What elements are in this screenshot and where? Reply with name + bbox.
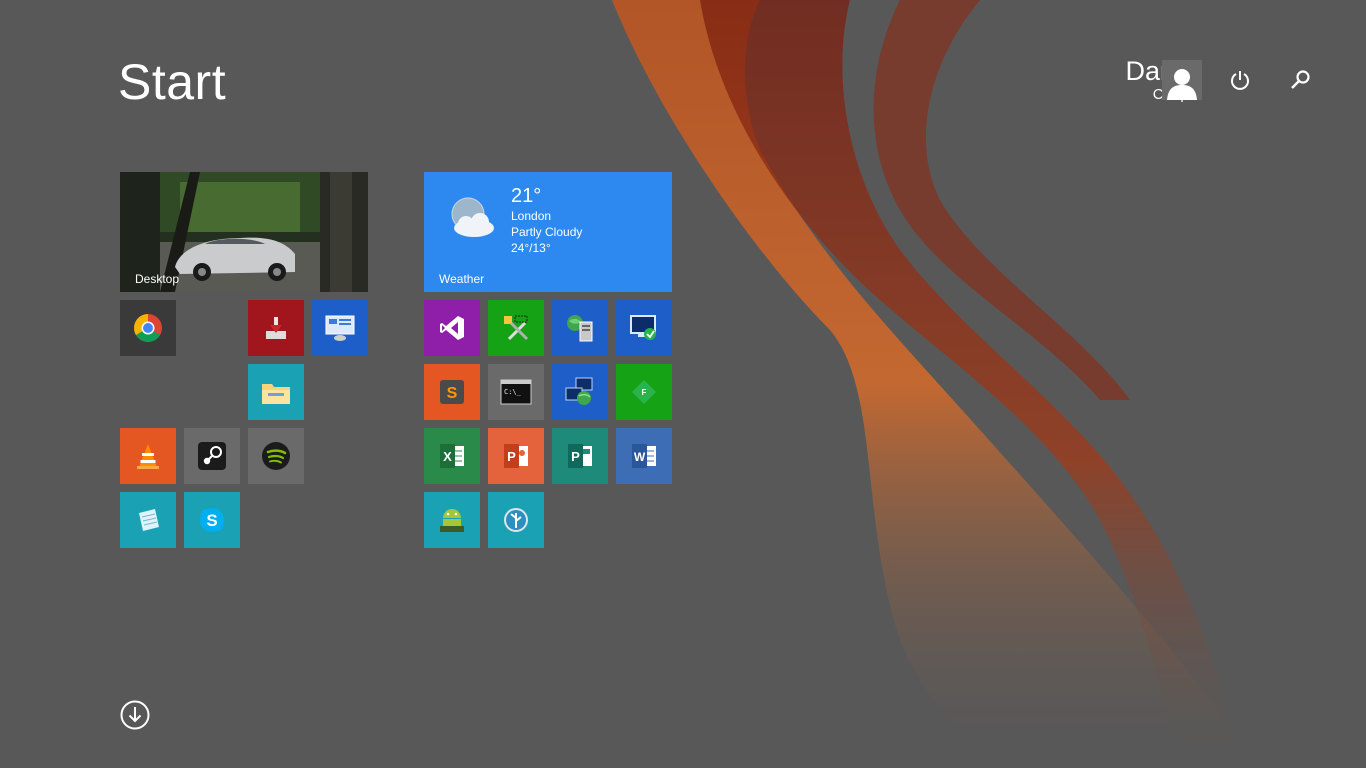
android-studio-tile[interactable] — [424, 492, 480, 548]
sourcetree-icon — [504, 508, 528, 532]
sourcetree-tile[interactable] — [488, 492, 544, 548]
weather-condition: Partly Cloudy — [511, 225, 583, 239]
weather-city: London — [511, 209, 552, 223]
skype-tile[interactable]: S — [184, 492, 240, 548]
weather-tile[interactable]: 21° London Partly Cloudy 24°/13° Weather — [424, 172, 672, 292]
command-prompt-icon: C:\_ — [500, 379, 532, 405]
chrome-tile[interactable] — [120, 300, 176, 356]
weather-temperature: 21° — [511, 185, 542, 207]
powerpoint-tile[interactable]: P — [488, 428, 544, 484]
all-apps-down-arrow-icon[interactable] — [120, 700, 150, 730]
excel-icon: X — [440, 444, 464, 468]
sublime-tile[interactable]: S — [424, 364, 480, 420]
remote-connection-tile[interactable] — [616, 300, 672, 356]
remote-desktop-tile[interactable] — [312, 300, 368, 356]
steam-tile[interactable] — [184, 428, 240, 484]
word-icon: W — [632, 444, 656, 468]
vlc-icon — [137, 444, 159, 469]
sublime-icon: S — [440, 380, 464, 404]
powerpoint-glyph: P — [507, 449, 516, 464]
desktop-tile[interactable]: Desktop — [120, 172, 368, 292]
search-icon[interactable] — [1286, 66, 1314, 94]
steam-icon — [198, 442, 226, 470]
partly-cloudy-icon — [451, 197, 494, 237]
network-icon — [565, 377, 593, 405]
word-glyph: W — [634, 450, 646, 464]
skype-icon: S — [200, 508, 224, 532]
installer-tile[interactable] — [248, 300, 304, 356]
server-manager-tile[interactable] — [552, 300, 608, 356]
notepad-icon — [139, 509, 159, 531]
chrome-icon — [134, 314, 162, 342]
visual-studio-tile[interactable] — [424, 300, 480, 356]
installer-icon — [266, 317, 286, 339]
remote-desktop-icon — [325, 315, 355, 341]
page-title: Start — [118, 54, 227, 110]
powerpoint-icon: P — [504, 444, 528, 468]
publisher-glyph: P — [571, 449, 580, 464]
svg-text:S: S — [206, 511, 217, 530]
feedly-glyph: F — [642, 388, 647, 397]
excel-tile[interactable]: X — [424, 428, 480, 484]
sublime-glyph: S — [447, 385, 458, 402]
command-prompt-glyph: C:\_ — [504, 388, 522, 396]
visual-studio-icon — [440, 316, 464, 340]
android-studio-icon — [440, 509, 464, 532]
feedly-tile[interactable]: F — [616, 364, 672, 420]
word-tile[interactable]: W — [616, 428, 672, 484]
publisher-tile[interactable]: P — [552, 428, 608, 484]
feedly-icon: F — [632, 380, 656, 404]
file-explorer-icon — [262, 384, 290, 404]
desktop-tile-label: Desktop — [135, 272, 180, 286]
vlc-tile[interactable] — [120, 428, 176, 484]
weather-tile-label: Weather — [439, 272, 485, 286]
command-prompt-tile[interactable]: C:\_ — [488, 364, 544, 420]
dev-tools-icon — [504, 315, 529, 341]
remote-connection-icon — [630, 315, 656, 340]
weather-range: 24°/13° — [511, 241, 551, 255]
file-explorer-tile[interactable] — [248, 364, 304, 420]
background-swoosh — [612, 0, 1260, 768]
spotify-tile[interactable] — [248, 428, 304, 484]
spotify-icon — [262, 442, 290, 470]
excel-glyph: X — [443, 449, 452, 464]
power-icon[interactable] — [1226, 66, 1254, 94]
user-avatar-icon[interactable] — [1162, 60, 1202, 100]
dev-tools-tile[interactable] — [488, 300, 544, 356]
publisher-icon: P — [568, 444, 592, 468]
notepad-tile[interactable] — [120, 492, 176, 548]
network-tile[interactable] — [552, 364, 608, 420]
server-manager-icon — [567, 315, 593, 342]
weather-info: 21° London Partly Cloudy 24°/13° — [511, 184, 582, 256]
